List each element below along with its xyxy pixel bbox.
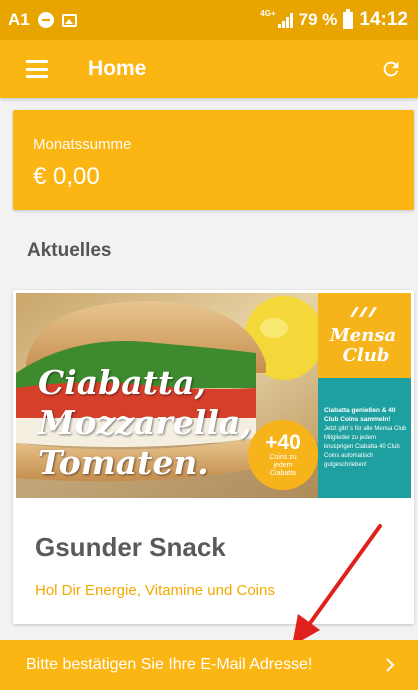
refresh-icon[interactable] — [380, 58, 402, 80]
battery-percent: 79 % — [298, 10, 338, 29]
signal-icon — [277, 12, 293, 28]
section-title-news: Aktuelles — [27, 240, 112, 261]
image-notification-icon — [61, 13, 77, 27]
red-arrow-annotation — [292, 524, 382, 646]
news-card-title: Gsunder Snack — [35, 532, 226, 562]
monthly-sum-card[interactable]: Monatssumme € 0,00 — [13, 110, 414, 210]
page-title: Home — [88, 57, 147, 80]
promo-image: Ciabatta, Mozzarella, Tomaten. +40 Coins… — [16, 293, 411, 498]
promo-headline: Ciabatta, Mozzarella, Tomaten. — [38, 363, 252, 483]
chevron-right-icon — [386, 658, 395, 672]
carrier-label: A1 — [8, 10, 30, 29]
network-type: 4G+ — [260, 9, 276, 18]
do-not-disturb-icon — [37, 12, 54, 28]
app-bar: Home — [0, 40, 418, 98]
headline-line-2: Mozzarella, — [38, 403, 252, 442]
logo-word-2: Club — [343, 345, 390, 366]
headline-line-3: Tomaten. — [38, 443, 209, 482]
email-confirmation-text: Bitte bestätigen Sie Ihre E-Mail Adresse… — [26, 656, 313, 673]
coins-badge: +40 Coins zu jedem Ciabatta — [248, 420, 318, 490]
promo-side-text: Jetzt gibt´s für alle Mensa Club Mitglie… — [324, 426, 407, 468]
headline-line-1: Ciabatta, — [38, 363, 206, 402]
promo-info-area: Ciabatta genießen & 40 Club Coins sammel… — [318, 378, 411, 498]
battery-icon — [343, 8, 354, 29]
mensa-club-logo: Mensa Club — [329, 307, 396, 366]
coins-value: +40 — [265, 431, 301, 454]
promo-side-heading: Ciabatta genießen & 40 Club Coins sammel… — [324, 407, 396, 423]
status-left: A1 — [8, 10, 77, 30]
monthly-sum-label: Monatssumme — [33, 136, 132, 153]
status-bar: A1 4G+ 79 % 14:12 — [0, 0, 418, 40]
status-right: 4G+ 79 % 14:12 — [260, 8, 408, 31]
email-confirmation-banner[interactable]: Bitte bestätigen Sie Ihre E-Mail Adresse… — [0, 640, 418, 690]
hamburger-menu-icon[interactable] — [26, 60, 48, 78]
news-card-subtitle: Hol Dir Energie, Vitamine und Coins — [35, 582, 275, 599]
promo-logo-area: Mensa Club — [318, 293, 411, 378]
logo-word-1: Mensa — [329, 325, 396, 346]
monthly-sum-value: € 0,00 — [33, 163, 100, 190]
coins-caption: Coins zu jedem Ciabatta — [269, 454, 297, 477]
promo-sidebar: Mensa Club Ciabatta genießen & 40 Club C… — [318, 293, 411, 498]
clock: 14:12 — [359, 9, 408, 30]
